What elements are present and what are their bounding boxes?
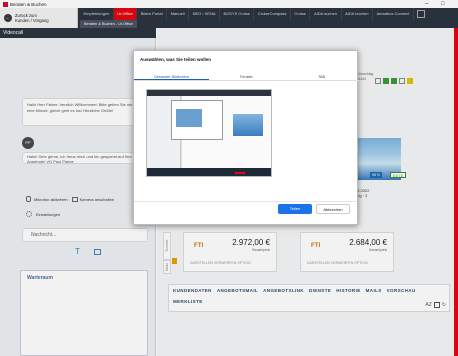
dialog-title: Auswählen, was Sie teilen wollen bbox=[140, 57, 212, 62]
dialog-tab-gesamter-bildschirm[interactable]: Gesamter Bildschirm bbox=[134, 73, 209, 80]
dialog-tab-tab[interactable]: TAB bbox=[284, 73, 359, 80]
share-screen-dialog: Auswählen, was Sie teilen wollen Gesamte… bbox=[133, 50, 359, 225]
cancel-button[interactable]: Abbrechen bbox=[316, 204, 350, 214]
share-button[interactable]: Teilen bbox=[278, 204, 312, 214]
dialog-tab-fenster[interactable]: Fenster bbox=[209, 73, 284, 80]
divider bbox=[134, 201, 357, 202]
screen-preview[interactable] bbox=[146, 89, 272, 177]
dialog-tabs: Gesamter Bildschirm Fenster TAB bbox=[134, 73, 359, 81]
